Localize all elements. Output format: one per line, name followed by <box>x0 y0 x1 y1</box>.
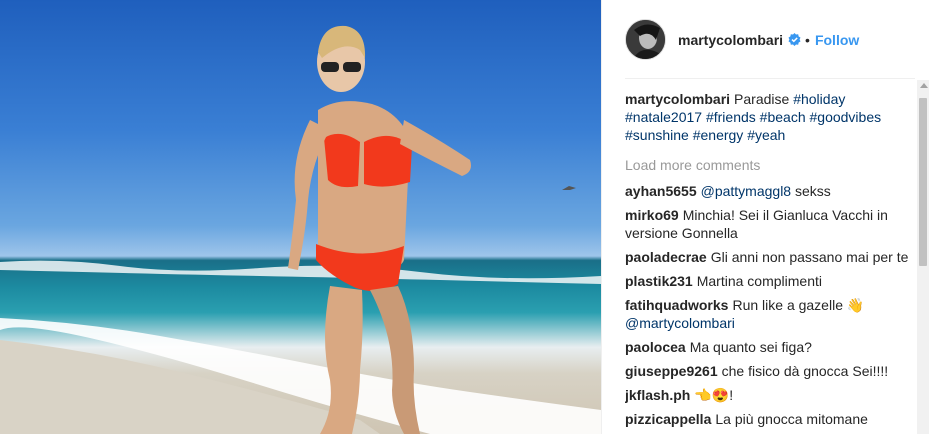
comment-username[interactable]: fatihquadworks <box>625 297 728 313</box>
comment-username[interactable]: pizzicappella <box>625 411 711 427</box>
comment-username[interactable]: plastik231 <box>625 273 693 289</box>
comment-item: paoladecrae Gli anni non passano mai per … <box>625 248 915 266</box>
avatar[interactable] <box>625 19 666 60</box>
comment-text: che fisico dà gnocca Sei!!!! <box>721 363 889 379</box>
comment-item: ayhan5655 @pattymaggl8 sekss <box>625 182 915 200</box>
comment-username[interactable]: ayhan5655 <box>625 183 697 199</box>
caption-username[interactable]: martycolombari <box>625 91 730 107</box>
comment-text: sekss <box>794 183 831 199</box>
comment-mention[interactable]: @pattymaggl8 <box>701 183 791 199</box>
header-username[interactable]: martycolombari <box>678 32 783 48</box>
comment-text: La più gnocca mitomane <box>715 411 868 427</box>
comment-item: pizzicappella La più gnocca mitomane <box>625 410 915 428</box>
comment-item: plastik231 Martina complimenti <box>625 272 915 290</box>
comment-username[interactable]: paolocea <box>625 339 686 355</box>
comment-username[interactable]: jkflash.ph <box>625 387 690 403</box>
hashtag[interactable]: #energy <box>693 127 744 143</box>
hashtag[interactable]: #beach <box>760 109 806 125</box>
hashtag[interactable]: #goodvibes <box>810 109 882 125</box>
hashtag[interactable]: #sunshine <box>625 127 689 143</box>
separator-dot: • <box>805 31 810 48</box>
avatar-portrait-icon <box>626 20 665 59</box>
hashtag[interactable]: #holiday <box>793 91 845 107</box>
bird-shape <box>562 186 576 190</box>
comment-text: 👈😍! <box>694 387 734 403</box>
post-sidebar: martycolombari • Follow martycolombari Pa… <box>601 0 937 434</box>
comment-item: jkflash.ph 👈😍! <box>625 386 915 404</box>
comment-username[interactable]: paoladecrae <box>625 249 707 265</box>
comment-item: giuseppe9261 che fisico dà gnocca Sei!!!! <box>625 362 915 380</box>
hashtag[interactable]: #yeah <box>747 127 785 143</box>
comment-text: Martina complimenti <box>696 273 822 289</box>
post-header: martycolombari • Follow <box>602 0 937 79</box>
comment-item: fatihquadworks Run like a gazelle 👋 @mart… <box>625 296 915 332</box>
verified-badge-icon <box>788 33 801 46</box>
comment-item: mirko69 Minchia! Sei il Gianluca Vacchi i… <box>625 206 915 242</box>
header-divider <box>625 78 915 79</box>
comment-text: Ma quanto sei figa? <box>689 339 812 355</box>
comment-text: Run like a gazelle 👋 <box>732 297 865 313</box>
comments-scrollbar[interactable] <box>917 80 929 434</box>
comment-username[interactable]: giuseppe9261 <box>625 363 718 379</box>
follow-button[interactable]: Follow <box>815 32 859 48</box>
caption: martycolombari Paradise #holiday #natale2… <box>625 90 915 144</box>
post-photo[interactable] <box>0 0 601 434</box>
hashtag[interactable]: #friends <box>706 109 756 125</box>
beach-scene-illustration <box>0 25 601 434</box>
comment-username[interactable]: mirko69 <box>625 207 679 223</box>
scroll-up-arrow-icon[interactable] <box>920 83 928 88</box>
load-more-comments-button[interactable]: Load more comments <box>625 156 915 174</box>
hashtag[interactable]: #natale2017 <box>625 109 702 125</box>
caption-text: Paradise <box>734 91 790 107</box>
comment-mention[interactable]: @martycolombari <box>625 315 735 331</box>
comment-item: paolocea Ma quanto sei figa? <box>625 338 915 356</box>
scrollbar-thumb[interactable] <box>919 98 927 266</box>
comments-list: martycolombari Paradise #holiday #natale2… <box>625 90 915 434</box>
comment-text: Gli anni non passano mai per te <box>710 249 909 265</box>
